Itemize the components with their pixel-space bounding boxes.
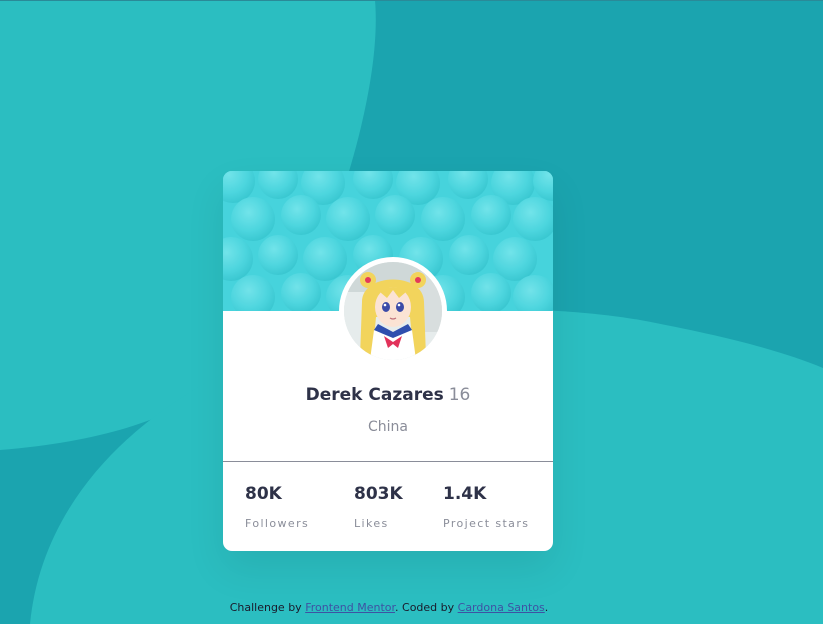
stat-value: 803K <box>354 484 403 504</box>
stat-likes: 803K Likes <box>354 483 403 530</box>
profile-location: China <box>368 419 408 435</box>
author-link[interactable]: Cardona Santos <box>458 601 545 614</box>
name-row: Derek Cazares 16 <box>223 384 553 406</box>
stat-value: 80K <box>245 484 282 504</box>
footer-suffix: . <box>544 601 549 614</box>
attribution-footer: Challenge by Frontend Mentor. Coded by C… <box>0 601 778 614</box>
card-divider <box>223 461 553 462</box>
profile-name: Derek Cazares <box>305 385 444 405</box>
footer-prefix: Challenge by <box>229 601 302 614</box>
profile-age: 16 <box>448 385 471 405</box>
avatar <box>339 257 447 365</box>
stat-followers: 80K Followers <box>245 483 309 530</box>
stat-label: Project stars <box>443 517 530 530</box>
top-border <box>0 0 823 1</box>
footer-middle: . Coded by <box>395 601 455 614</box>
stat-label: Followers <box>245 517 310 530</box>
profile-card: Derek Cazares 16 China 80K Followers 803K… <box>223 171 553 551</box>
stat-label: Likes <box>354 517 389 530</box>
stat-value: 1.4K <box>443 484 487 504</box>
frontend-mentor-link[interactable]: Frontend Mentor <box>305 601 395 614</box>
stat-project-stars: 1.4K Project stars <box>443 483 529 530</box>
anime-avatar-icon <box>344 262 442 360</box>
